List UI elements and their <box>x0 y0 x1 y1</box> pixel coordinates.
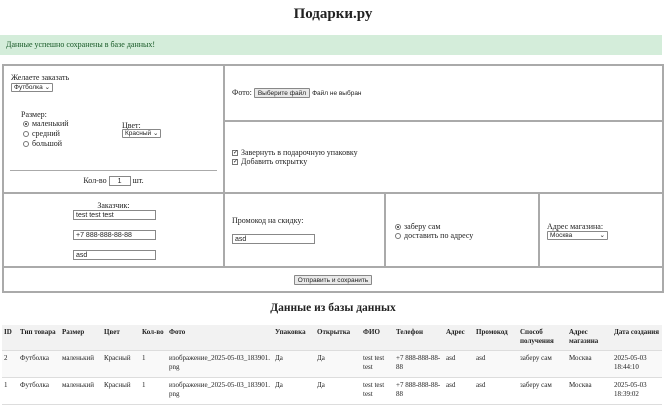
promo-cell: Промокод на скидку: asd <box>223 192 386 268</box>
column-header: Цвет <box>102 325 140 351</box>
size-label: Размер: <box>21 110 47 119</box>
success-alert: Данные успешно сохранены в базе данных! <box>0 35 662 55</box>
table-cell: Да <box>273 377 315 405</box>
card-checkbox[interactable]: ✓ Добавить открытку <box>232 157 307 166</box>
checkbox-icon: ✓ <box>232 150 239 157</box>
table-cell: asd <box>474 350 518 378</box>
table-cell: 1 <box>2 377 18 405</box>
table-cell: 2 <box>2 350 18 378</box>
table-row: 1 Футболка маленький Красный 1 изображение_20… <box>2 377 662 405</box>
table-cell: изображение_2025-05-03_183901.png <box>167 350 273 378</box>
order-label: Желаете заказать <box>11 73 70 82</box>
customer-label: Заказчик: <box>97 201 130 210</box>
table-cell: Футболка <box>18 377 60 405</box>
table-cell: +7 888-888-88-88 <box>394 350 444 378</box>
size-small[interactable]: маленький <box>23 119 69 128</box>
divider <box>10 170 217 171</box>
column-header: ФИО <box>361 325 394 351</box>
table-row: 2 Футболка маленький Красный 1 изображение_20… <box>2 350 662 378</box>
table-cell: asd <box>444 377 474 405</box>
page-title: Подарки.ру <box>293 6 373 22</box>
table-cell: Да <box>315 377 361 405</box>
customer-cell: Заказчик: test test test +7 888-888-88-8… <box>2 192 225 268</box>
table-cell: изображение_2025-05-03_183901.png <box>167 377 273 405</box>
table-cell: заберу сам <box>518 377 567 405</box>
table-cell: Красный <box>102 350 140 378</box>
table-cell: 2025-05-03 18:44:10 <box>612 350 662 378</box>
table-cell: Москва <box>567 377 612 405</box>
column-header: Фото <box>167 325 273 351</box>
column-header: Адрес <box>444 325 474 351</box>
table-cell: 1 <box>140 350 167 378</box>
submit-cell: Отправить и сохранить <box>2 266 664 293</box>
table-cell: test test test <box>361 377 394 405</box>
promo-input[interactable]: asd <box>232 234 315 244</box>
column-header: Размер <box>60 325 102 351</box>
order-cell: Желаете заказать Футболка ⌄ Размер: мале… <box>2 64 225 194</box>
store-select[interactable]: Москва ⌄ <box>547 231 608 240</box>
column-header: ID <box>2 325 18 351</box>
column-header: Способ получения <box>518 325 567 351</box>
qty-row: Кол-во 1 шт. <box>83 176 144 186</box>
table-cell: test test test <box>361 350 394 378</box>
checkbox-icon: ✓ <box>232 159 239 166</box>
radio-icon <box>395 233 401 240</box>
photo-row: Фото: Выберите файл Файл не выбран <box>232 88 362 98</box>
photo-cell: Фото: Выберите файл Файл не выбран <box>223 64 664 122</box>
submit-button[interactable]: Отправить и сохранить <box>293 275 373 285</box>
table-cell: 2025-05-03 18:39:02 <box>612 377 662 405</box>
name-input[interactable]: test test test <box>73 210 156 220</box>
column-header: Тип товара <box>18 325 60 351</box>
wrap-checkbox[interactable]: ✓ Завернуть в подарочную упаковку <box>232 148 358 157</box>
table-cell: Да <box>315 350 361 378</box>
table-cell: Красный <box>102 377 140 405</box>
column-header: Упаковка <box>273 325 315 351</box>
store-cell: Адрес магазина: Москва ⌄ <box>538 192 664 268</box>
column-header: Кол-во <box>140 325 167 351</box>
column-header: Промокод <box>474 325 518 351</box>
table-cell: asd <box>474 377 518 405</box>
radio-icon <box>23 141 29 148</box>
data-table: ID Тип товара Размер Цвет Кол-во Фото Упаковка… <box>2 325 662 405</box>
store-label: Адрес магазина: <box>547 222 604 231</box>
table-cell: Да <box>273 350 315 378</box>
table-cell: Футболка <box>18 350 60 378</box>
radio-icon <box>395 224 401 231</box>
table-cell: Москва <box>567 350 612 378</box>
radio-icon <box>23 131 29 138</box>
table-cell: asd <box>444 350 474 378</box>
options-cell: ✓ Завернуть в подарочную упаковку ✓ Добави… <box>223 120 664 194</box>
delivery-address[interactable]: доставить по адресу <box>395 231 473 240</box>
column-header: Телефон <box>394 325 444 351</box>
delivery-pickup[interactable]: заберу сам <box>395 222 440 231</box>
column-header: Адрес магазина <box>567 325 612 351</box>
table-cell: заберу сам <box>518 350 567 378</box>
table-cell: маленький <box>60 377 102 405</box>
table-cell: +7 888-888-88-88 <box>394 377 444 405</box>
column-header: Дата создания <box>612 325 662 351</box>
db-title: Данные из базы данных <box>270 302 396 314</box>
promo-label: Промокод на скидку: <box>232 216 304 225</box>
qty-input[interactable]: 1 <box>108 176 131 186</box>
size-medium[interactable]: средний <box>23 129 60 138</box>
delivery-cell: заберу сам доставить по адресу <box>384 192 540 268</box>
address-input[interactable]: asd <box>73 250 156 260</box>
size-large[interactable]: большой <box>23 139 62 148</box>
color-select[interactable]: Красный ⌄ <box>122 129 162 138</box>
table-cell: маленький <box>60 350 102 378</box>
choose-file-button[interactable]: Выберите файл <box>253 88 311 98</box>
product-select[interactable]: Футболка ⌄ <box>11 83 54 92</box>
table-header: ID Тип товара Размер Цвет Кол-во Фото Упаковка… <box>2 325 662 351</box>
table-cell: 1 <box>140 377 167 405</box>
phone-input[interactable]: +7 888-888-88-88 <box>73 230 156 240</box>
column-header: Открытка <box>315 325 361 351</box>
radio-icon <box>23 121 29 128</box>
